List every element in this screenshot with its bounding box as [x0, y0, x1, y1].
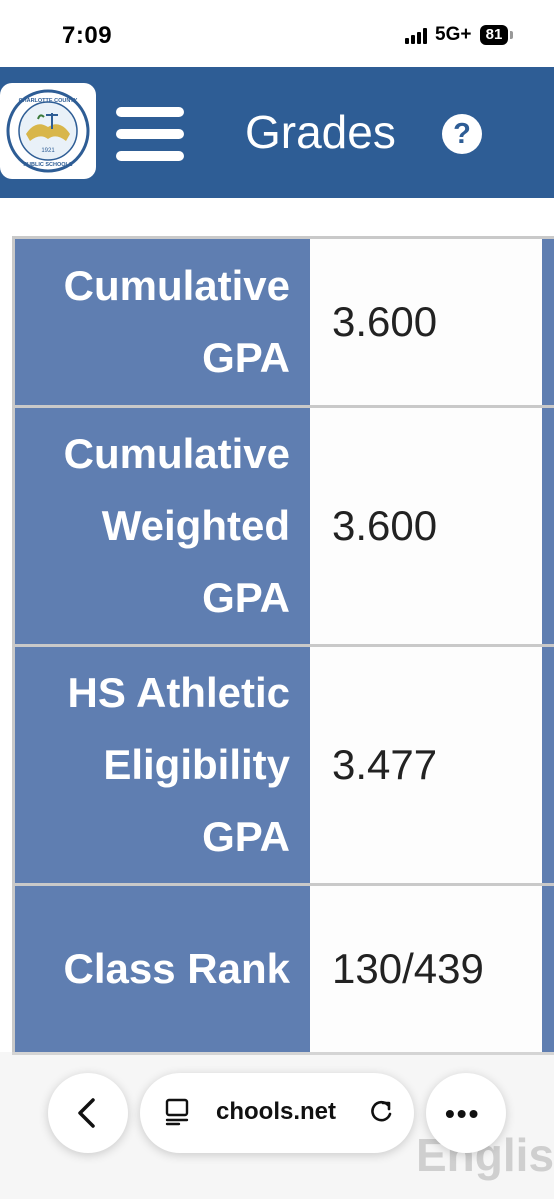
- table-row: HS Athletic Eligibility GPA 3.477: [12, 647, 542, 883]
- battery-tip: [510, 31, 513, 39]
- adjacent-column-edge: [542, 408, 554, 644]
- chevron-left-icon: [78, 1098, 95, 1128]
- row-value-cell: 3.477: [310, 647, 542, 883]
- row-label: HS Athletic Eligibility GPA: [67, 669, 290, 860]
- school-logo[interactable]: 1921 CHARLOTTE COUNTY PUBLIC SCHOOLS: [0, 83, 96, 179]
- seal-icon: 1921 CHARLOTTE COUNTY PUBLIC SCHOOLS: [6, 89, 90, 173]
- more-icon: •••: [445, 1098, 481, 1129]
- row-value: 3.600: [332, 502, 438, 549]
- svg-text:CHARLOTTE COUNTY: CHARLOTTE COUNTY: [19, 98, 78, 104]
- app-header: 1921 CHARLOTTE COUNTY PUBLIC SCHOOLS Gra…: [0, 67, 554, 198]
- row-value: 3.477: [332, 741, 438, 788]
- page-title: Grades: [245, 106, 396, 158]
- row-value: 130/439: [332, 945, 484, 992]
- row-label: Cumulative Weighted GPA: [63, 430, 290, 621]
- signal-icon: [405, 28, 429, 44]
- adjacent-column-edge: [542, 647, 554, 883]
- more-options-button[interactable]: •••: [426, 1073, 506, 1153]
- adjacent-column-edge: [542, 886, 554, 1052]
- reload-icon[interactable]: [366, 1097, 396, 1127]
- row-value-cell: 130/439: [310, 886, 542, 1052]
- row-label-cell: Cumulative Weighted GPA: [12, 408, 310, 644]
- url-text[interactable]: chools.net: [216, 1098, 336, 1126]
- row-value-cell: 3.600: [310, 239, 542, 405]
- row-label: Cumulative GPA: [63, 262, 290, 381]
- back-button[interactable]: [48, 1073, 128, 1153]
- row-value-cell: 3.600: [310, 408, 542, 644]
- address-bar[interactable]: chools.net: [140, 1073, 414, 1153]
- row-label: Class Rank: [63, 945, 290, 992]
- table-row: Cumulative Weighted GPA 3.600: [12, 408, 542, 644]
- hamburger-menu-icon[interactable]: [116, 107, 184, 161]
- battery-icon: 81: [480, 25, 508, 45]
- status-bar: 7:09 5G+ 81: [0, 0, 554, 68]
- row-label-cell: Cumulative GPA: [12, 239, 310, 405]
- table-border-bottom: [12, 1052, 554, 1055]
- table-row: Class Rank 130/439: [12, 886, 542, 1052]
- row-label-cell: Class Rank: [12, 886, 310, 1052]
- status-time: 7:09: [62, 22, 113, 49]
- network-type: 5G+: [435, 24, 472, 45]
- logo-year: 1921: [41, 148, 55, 154]
- row-label-cell: HS Athletic Eligibility GPA: [12, 647, 310, 883]
- adjacent-column-edge: [542, 239, 554, 405]
- svg-text:PUBLIC SCHOOLS: PUBLIC SCHOOLS: [23, 162, 73, 168]
- grades-table: Cumulative GPA 3.600 Cumulative Weighted…: [0, 198, 554, 1199]
- help-icon[interactable]: ?: [442, 114, 482, 154]
- reader-icon[interactable]: [164, 1097, 194, 1127]
- row-value: 3.600: [332, 298, 438, 345]
- table-row: Cumulative GPA 3.600: [12, 239, 542, 405]
